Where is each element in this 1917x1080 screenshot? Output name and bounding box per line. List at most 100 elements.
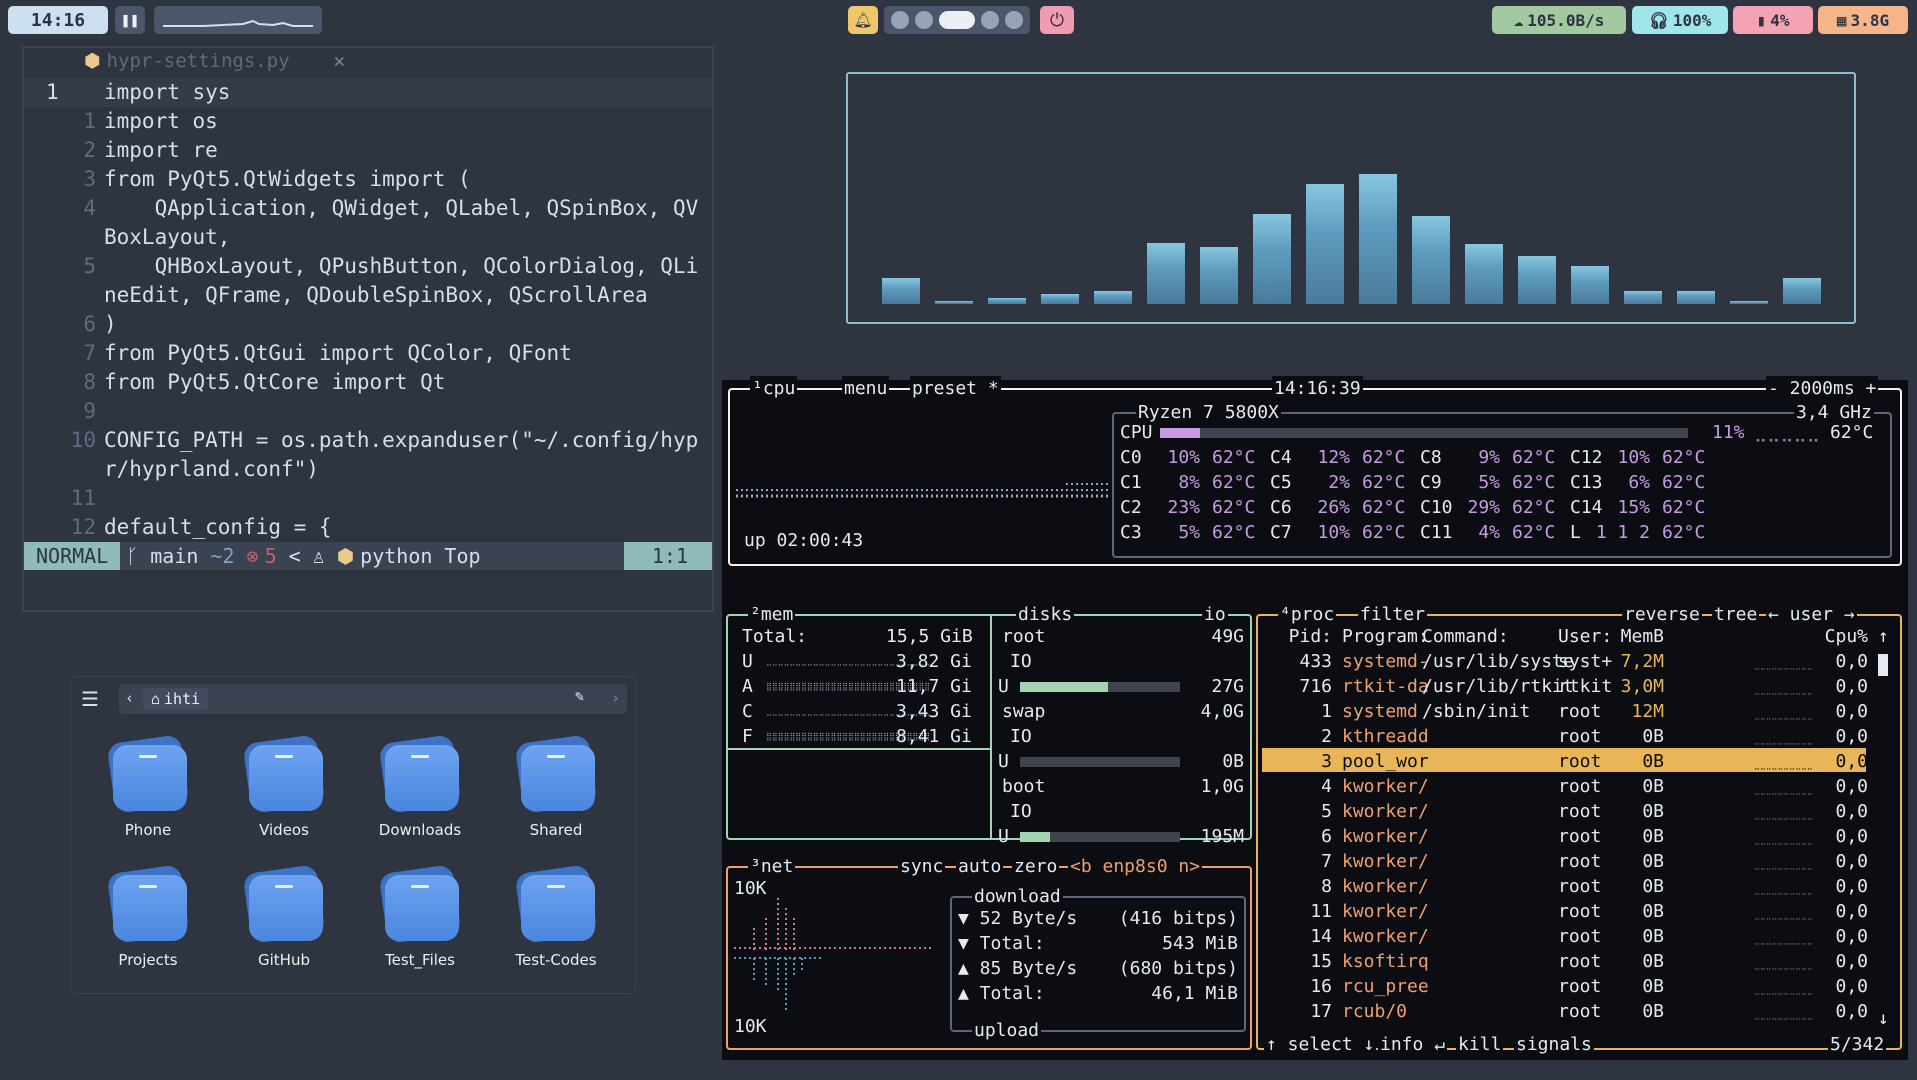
memory-usage[interactable]: ▦ 3.8G <box>1818 6 1908 34</box>
visualizer-bar <box>1147 242 1185 304</box>
proc-cell: systemd <box>1342 701 1418 722</box>
proc-cell: root <box>1558 851 1602 872</box>
net-interface-selector[interactable]: <b enp8s0 n> <box>1068 854 1203 879</box>
proc-cell: 17 <box>1310 1001 1332 1022</box>
proc-column-header[interactable]: Program: <box>1342 624 1429 649</box>
folder-test-files[interactable]: Test_Files <box>360 864 480 985</box>
proc-column-header[interactable]: User: <box>1558 624 1612 649</box>
edit-path-icon[interactable]: ✎ <box>575 687 584 705</box>
proc-cell: 716 <box>1299 676 1332 697</box>
core-temp: 62°C <box>1362 472 1406 493</box>
code-line[interactable]: QApplication, QWidget, QLabel, QSpinBox,… <box>104 194 699 223</box>
code-line[interactable]: import re <box>104 136 218 165</box>
proc-cell: 0B <box>1642 976 1664 997</box>
btop-terminal-window[interactable]: ¹cpu menu preset * 14:16:39 - 2000ms + u… <box>722 376 1908 1060</box>
folder-downloads[interactable]: Downloads <box>360 734 480 855</box>
visualizer-bar <box>1041 293 1079 304</box>
workspace-3-active[interactable] <box>939 11 975 29</box>
workspace-4[interactable] <box>981 11 999 29</box>
proc-cell: 5 <box>1321 801 1332 822</box>
proc-select-button[interactable]: ↑ select ↓ <box>1264 1032 1377 1057</box>
folder-shared[interactable]: Shared <box>496 734 616 855</box>
code-line[interactable]: ) <box>104 310 117 339</box>
code-line[interactable]: BoxLayout, <box>104 223 230 252</box>
scrollbar-thumb[interactable] <box>1878 654 1888 676</box>
tab-hypr-settings[interactable]: ⬢ hypr-settings.py ✕ <box>84 50 345 72</box>
workspace-1[interactable] <box>891 11 909 29</box>
proc-cell: 0B <box>1642 876 1664 897</box>
proc-cell: 3 <box>1321 751 1332 772</box>
workspace-2[interactable] <box>915 11 933 29</box>
core-usage: 6% <box>1628 472 1650 493</box>
proc-kill-button[interactable]: kill <box>1456 1032 1504 1057</box>
power-button[interactable]: ⏻ <box>1040 6 1074 34</box>
proc-panel: ⁴proc filter reverse tree ← user → Pid: P… <box>1256 602 1902 1057</box>
proc-cell: /sbin/init <box>1422 701 1531 722</box>
disk-io-label: IO <box>1010 651 1032 672</box>
workspace-5[interactable] <box>1005 11 1023 29</box>
scroll-up-icon[interactable]: ↑ <box>1878 624 1889 649</box>
headset-battery[interactable]: 🎧︎ 100% <box>1632 6 1728 34</box>
code-line[interactable]: neEdit, QFrame, QDoubleSpinBox, QScrollA… <box>104 281 648 310</box>
code-line[interactable]: import os <box>104 107 218 136</box>
proc-tree-button[interactable]: tree <box>1712 602 1760 627</box>
code-line[interactable]: from PyQt5.QtGui import QColor, QFont <box>104 339 572 368</box>
file-manager-window[interactable]: ☰ ‹ ⌂ ihti ✎ › Phone Videos Downloads Sha… <box>70 676 636 994</box>
preset-tab[interactable]: preset * <box>910 376 1001 401</box>
network-speed[interactable]: ☁ 105.0B/s <box>1492 6 1626 34</box>
net-sync-button[interactable]: sync <box>898 854 946 879</box>
core-label: L <box>1570 522 1581 543</box>
core-usage: 10% <box>1167 447 1200 468</box>
proc-cell: root <box>1558 901 1602 922</box>
proc-cell: root <box>1558 876 1602 897</box>
proc-column-header[interactable]: MemB <box>1614 624 1664 649</box>
code-line[interactable]: r/hyprland.conf") <box>104 455 319 484</box>
proc-signals-button[interactable]: signals <box>1514 1032 1594 1057</box>
close-tab-icon[interactable]: ✕ <box>334 50 345 72</box>
disk-used-label: U <box>998 826 1009 847</box>
core-temp: 62°C <box>1212 522 1256 543</box>
proc-column-header[interactable]: Pid: <box>1272 624 1332 649</box>
uptime: up 02:00:43 <box>744 530 864 551</box>
core-usage: 15% <box>1617 497 1650 518</box>
proc-cell: root <box>1558 751 1602 772</box>
power-icon: ⏻ <box>1049 9 1065 31</box>
folder-test-codes[interactable]: Test-Codes <box>496 864 616 985</box>
python-icon: ⬢ <box>336 544 355 568</box>
proc-column-header[interactable]: Cpu% <box>1818 624 1868 649</box>
notifications-button[interactable]: 🔔︎ <box>848 6 878 34</box>
chevron-right-icon[interactable]: › <box>611 689 620 707</box>
linux-icon: ♙ <box>312 544 325 568</box>
code-line[interactable]: default_config = { <box>104 513 332 542</box>
cpu-tab[interactable]: ¹cpu <box>750 376 798 401</box>
neovim-editor-window[interactable]: ⬢ hypr-settings.py ✕ 1 1 2 3 4 5 6 7 8 9 1… <box>22 46 714 612</box>
hamburger-menu-icon[interactable]: ☰ <box>81 687 99 711</box>
code-line[interactable]: from PyQt5.QtCore import Qt <box>104 368 445 397</box>
code-line[interactable]: from PyQt5.QtWidgets import ( <box>104 165 471 194</box>
chevron-left-icon[interactable]: ‹ <box>125 689 134 707</box>
net-zero-button[interactable]: zero <box>1012 854 1060 879</box>
workspace-switcher[interactable] <box>884 6 1030 34</box>
visualizer-bar <box>1783 278 1821 304</box>
menu-tab[interactable]: menu <box>842 376 890 401</box>
folder-videos[interactable]: Videos <box>224 734 344 855</box>
proc-count: 5/342 <box>1828 1032 1887 1057</box>
battery-status[interactable]: ▮ 4% <box>1733 6 1813 34</box>
folder-phone[interactable]: Phone <box>88 734 208 855</box>
pause-button[interactable]: ❚❚ <box>115 6 145 34</box>
scroll-down-icon[interactable]: ↓ <box>1878 1006 1889 1031</box>
folder-github[interactable]: GitHub <box>224 864 344 985</box>
proc-cell: root <box>1558 701 1602 722</box>
mem-panel: ²mem disks io Total: 15,5 GiB U ⣀⣀⣀⣀⣀⣀⣀⣀⣀… <box>726 602 1252 847</box>
folder-projects[interactable]: Projects <box>88 864 208 985</box>
update-interval[interactable]: - 2000ms + <box>1766 376 1879 401</box>
breadcrumb-home[interactable]: ⌂ ihti <box>143 688 209 710</box>
proc-column-header[interactable]: Command: <box>1422 624 1509 649</box>
proc-info-button[interactable]: info ↵ <box>1378 1032 1448 1057</box>
code-line[interactable]: QHBoxLayout, QPushButton, QColorDialog, … <box>104 252 699 281</box>
proc-cell: kworker/ <box>1342 851 1429 872</box>
disk-io-label: IO <box>1010 726 1032 747</box>
code-line[interactable]: import sys <box>104 78 230 107</box>
net-auto-button[interactable]: auto <box>956 854 1004 879</box>
code-line[interactable]: CONFIG_PATH = os.path.expanduser("~/.con… <box>104 426 698 455</box>
